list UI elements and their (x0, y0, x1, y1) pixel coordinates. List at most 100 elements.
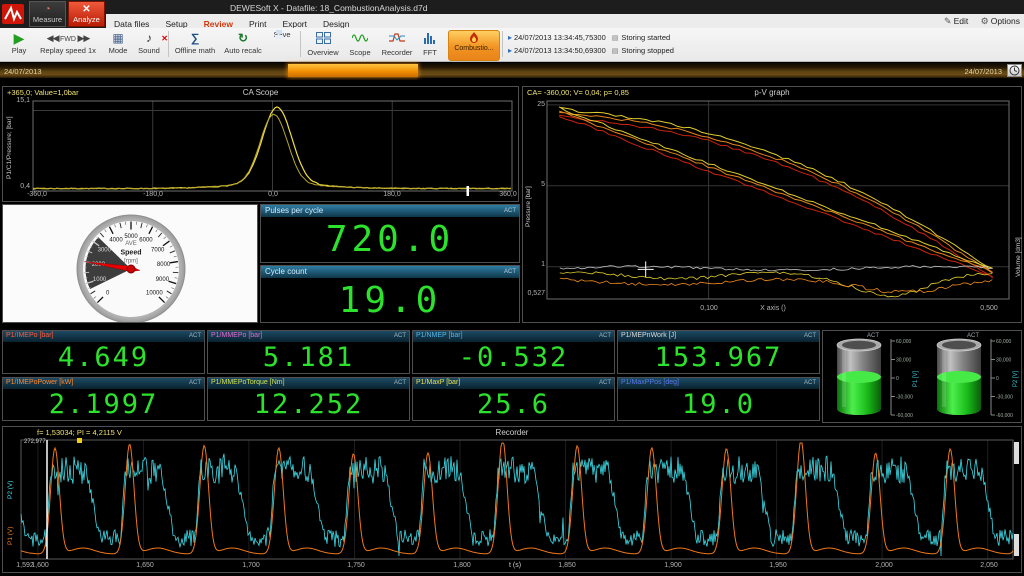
svg-text:7000: 7000 (151, 248, 165, 254)
panel-header: P1/NMEP [bar] ACT (413, 331, 614, 342)
pulses-per-cycle-display[interactable]: Pulses per cycle ACT 720.0 (260, 204, 520, 263)
measure-label: Measure (32, 14, 63, 24)
event-marker-icon: ▸ (508, 46, 513, 55)
pulses-value: 720.0 (325, 219, 455, 260)
toolbar-separator (502, 31, 503, 57)
play-button[interactable]: ▶ Play (6, 30, 32, 55)
fft-button[interactable]: FFT (416, 30, 444, 57)
recorder-x-tick: 1,850 (558, 562, 576, 569)
toolbar-separator (168, 31, 169, 57)
channel-label: P1/MMEPoTorque [Nm] (211, 379, 285, 386)
analyze-button[interactable]: ✕ Analyze (68, 1, 105, 27)
digital-meter[interactable]: P1/MEPnWork [J] ACT 153.967 (617, 330, 820, 374)
recorder-x-tick: 2,050 (980, 562, 998, 569)
channel-label: P1/MEPnWork [J] (621, 332, 677, 339)
menu-right-group: ✎ Edit ⚙ Options (934, 14, 1020, 28)
digital-meter[interactable]: P1/IMEPo [bar] ACT 4.649 (2, 330, 205, 374)
svg-text:0: 0 (896, 376, 899, 382)
save-button[interactable]: Save (268, 30, 296, 39)
overview-button[interactable]: Overview (304, 30, 342, 57)
digital-meter[interactable]: P1/IMEPoPower [kW] ACT 2.1997 (2, 377, 205, 421)
recorder-x-tick: 1,650 (136, 562, 154, 569)
svg-text:8000: 8000 (157, 262, 171, 268)
recorder-p1-axis-label: P1 (V) (7, 526, 14, 545)
ca-x-tick: 360,0 (499, 191, 517, 198)
act-badge: ACT (394, 333, 406, 339)
digital-value: 12.252 (253, 389, 364, 420)
measure-button[interactable]: ◔ Measure (29, 1, 66, 27)
digital-meter[interactable]: P1/MMEPo [bar] ACT 5.181 (207, 330, 410, 374)
recorder-x-tick: 1,750 (347, 562, 365, 569)
fft-bars-icon (416, 32, 444, 48)
digital-meter[interactable]: P1/MMEPoTorque [Nm] ACT 12.252 (207, 377, 410, 421)
cylinder-bars-panel[interactable]: 60,000 30,000 0 -30,000 -60,000 P1 [V] 60,000… (822, 330, 1022, 423)
svg-text:5000: 5000 (124, 234, 138, 240)
edit-icon: ✎ (944, 16, 952, 26)
svg-text:1000: 1000 (93, 277, 107, 283)
act-badge: ACT (189, 333, 201, 339)
edit-button[interactable]: ✎ Edit (944, 16, 968, 26)
rewind-icon[interactable]: ◀◀ (47, 33, 60, 43)
sound-button[interactable]: ♪ ✕ Sound (134, 30, 168, 55)
recorder-button[interactable]: Recorder (378, 30, 416, 57)
svg-text:-60,000: -60,000 (896, 413, 913, 419)
pv-x-unit-label: Volume [dm3] (1015, 237, 1022, 277)
svg-text:60,000: 60,000 (996, 339, 1012, 345)
digital-meter[interactable]: P1/MaxPPos [deg] ACT 19.0 (617, 377, 820, 421)
svg-text:30,000: 30,000 (896, 358, 912, 364)
svg-text:P1 [V]: P1 [V] (913, 370, 919, 387)
toolbar: ▶ Play ◀◀ FWD ▶▶ Replay speed 1x ▦ Mode … (0, 28, 1024, 62)
pv-x-axis-label: X axis () (760, 305, 786, 312)
svg-text:10000: 10000 (146, 290, 163, 296)
act-badge: ACT (504, 268, 516, 275)
options-button[interactable]: ⚙ Options (981, 16, 1020, 26)
event-row[interactable]: ▸ 24/07/2013 13:34:50,69300 ▤ Storing stopp… (508, 44, 674, 57)
act-badge: ACT (804, 333, 816, 339)
channel-label: P1/IMEPoPower [kW] (6, 379, 74, 386)
timeline-selection[interactable] (288, 64, 418, 77)
recorder-p2-axis-label: P2 (V) (7, 480, 14, 499)
timeline-bar[interactable]: 24/07/2013 24/07/2013 (0, 62, 1024, 79)
recalc-arrows-icon: ↻ (237, 31, 249, 45)
recorder-y-max-label: 272,977 (24, 439, 46, 445)
recorder-x-tick: 1,800 (453, 562, 471, 569)
scope-button[interactable]: Scope (344, 30, 376, 57)
digital-value: 19.0 (681, 389, 756, 420)
ca-x-tick: -360,0 (27, 191, 47, 198)
measure-icon: ◔ (44, 3, 51, 15)
digital-value: 4.649 (57, 342, 150, 373)
auto-recalc-button[interactable]: ↻ Auto recalc (220, 30, 266, 55)
ca-x-tick: 180,0 (383, 191, 401, 198)
recorder-x-tick: 1,600 (31, 562, 49, 569)
recorder-x-tick: 1,700 (242, 562, 260, 569)
analyze-icon: ✕ (82, 3, 91, 15)
clock-icon[interactable] (1007, 64, 1022, 77)
channel-label: P1/IMEPo [bar] (6, 332, 54, 339)
svg-text:[rpm]: [rpm] (124, 259, 138, 265)
offline-math-button[interactable]: ∑ Offline math (172, 30, 218, 55)
ca-scope-panel[interactable]: +365,0; Value=1,0bar CA Scope P1/C1/Pres… (2, 86, 519, 202)
cycle-count-display[interactable]: Cycle count ACT 19.0 (260, 265, 520, 323)
replay-speed-control[interactable]: ◀◀ FWD ▶▶ Replay speed 1x (34, 30, 102, 55)
ca-scope-title: CA Scope (242, 88, 279, 97)
pv-graph-panel[interactable]: CA= -360,00; V= 0,04; p= 0,85 p-V graph … (522, 86, 1022, 323)
act-badge: ACT (599, 380, 611, 386)
recorder-x-tick: 1,900 (664, 562, 682, 569)
speed-gauge-panel[interactable]: 0 1000 2000 3000 4000 5000 6000 7000 8000 9000 100… (2, 204, 258, 323)
panel-header: P1/MMEPoTorque [Nm] ACT (208, 378, 409, 389)
recorder-panel[interactable]: f= 1,53034; PI = 4,2115 V Recorder 272,9… (2, 426, 1022, 573)
mode-button[interactable]: ▦ Mode (104, 30, 132, 55)
combustion-analysis-button[interactable]: Combustio... (448, 30, 500, 61)
menu-bar: Data files Setup Review Print Export Design ✎… (106, 14, 1024, 29)
event-row[interactable]: ▸ 24/07/2013 13:34:45,75300 ▤ Storing start… (508, 31, 674, 44)
analyze-label: Analyze (73, 14, 100, 24)
digital-value: 5.181 (262, 342, 355, 373)
timeline-start-date: 24/07/2013 (4, 67, 42, 76)
svg-text:30,000: 30,000 (996, 358, 1012, 364)
timeline-end-date: 24/07/2013 (964, 67, 1002, 76)
fast-forward-icon[interactable]: ▶▶ (77, 33, 90, 43)
act-badge: ACT (189, 380, 201, 386)
digital-meter[interactable]: P1/NMEP [bar] ACT -0.532 (412, 330, 615, 374)
digital-meter[interactable]: P1/MaxP [bar] ACT 25.6 (412, 377, 615, 421)
fwd-label: FWD (60, 36, 76, 43)
